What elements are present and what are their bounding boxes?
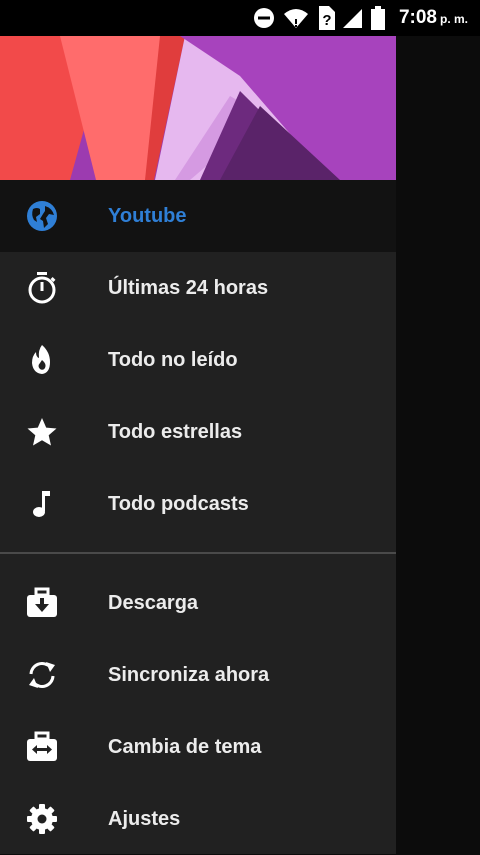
swap-case-icon	[26, 731, 58, 763]
status-time: 7:08 p. m.	[398, 7, 468, 28]
star-icon	[26, 416, 58, 448]
status-bar: ? 7:08 p. m.	[0, 0, 480, 36]
music-note-icon	[26, 488, 58, 520]
battery-icon	[370, 6, 385, 30]
wifi-icon	[283, 7, 309, 29]
sync-icon	[26, 659, 58, 691]
menu-item-change-theme[interactable]: Cambia de tema	[0, 711, 396, 783]
menu-item-download[interactable]: Descarga	[0, 567, 396, 639]
flame-icon	[26, 344, 58, 376]
menu-item-youtube[interactable]: Youtube	[0, 180, 396, 252]
menu-item-label: Todo podcasts	[108, 492, 249, 515]
drawer-header-artwork	[0, 36, 396, 180]
menu-item-label: Cambia de tema	[108, 735, 262, 758]
unknown-sim-icon: ?	[317, 6, 335, 30]
menu-item-label: Ajustes	[108, 807, 181, 830]
menu-item-label: Todo estrellas	[108, 420, 243, 443]
globe-icon	[26, 200, 58, 232]
menu-item-last-24-hours[interactable]: Últimas 24 horas	[0, 252, 396, 324]
menu-item-all-starred[interactable]: Todo estrellas	[0, 396, 396, 468]
svg-text:?: ?	[322, 12, 331, 29]
menu-item-label: Todo no leído	[108, 348, 238, 371]
timer-icon	[26, 272, 58, 304]
gear-icon	[26, 803, 58, 835]
signal-icon	[342, 7, 363, 29]
menu-item-label: Descarga	[108, 591, 199, 614]
menu-item-label: Youtube	[108, 204, 187, 227]
content-scrim[interactable]	[396, 36, 480, 854]
navigation-drawer: Youtube Últimas 24 horas Todo no leído T…	[0, 36, 396, 854]
download-case-icon	[26, 587, 58, 619]
menu-item-label: Sincroniza ahora	[108, 663, 270, 686]
menu-item-sync-now[interactable]: Sincroniza ahora	[0, 639, 396, 711]
menu-divider	[0, 552, 396, 554]
menu-item-label: Últimas 24 horas	[108, 276, 269, 299]
menu-item-all-podcasts[interactable]: Todo podcasts	[0, 468, 396, 540]
menu-item-all-unread[interactable]: Todo no leído	[0, 324, 396, 396]
menu-item-settings[interactable]: Ajustes	[0, 783, 396, 855]
do-not-disturb-icon	[253, 7, 275, 29]
